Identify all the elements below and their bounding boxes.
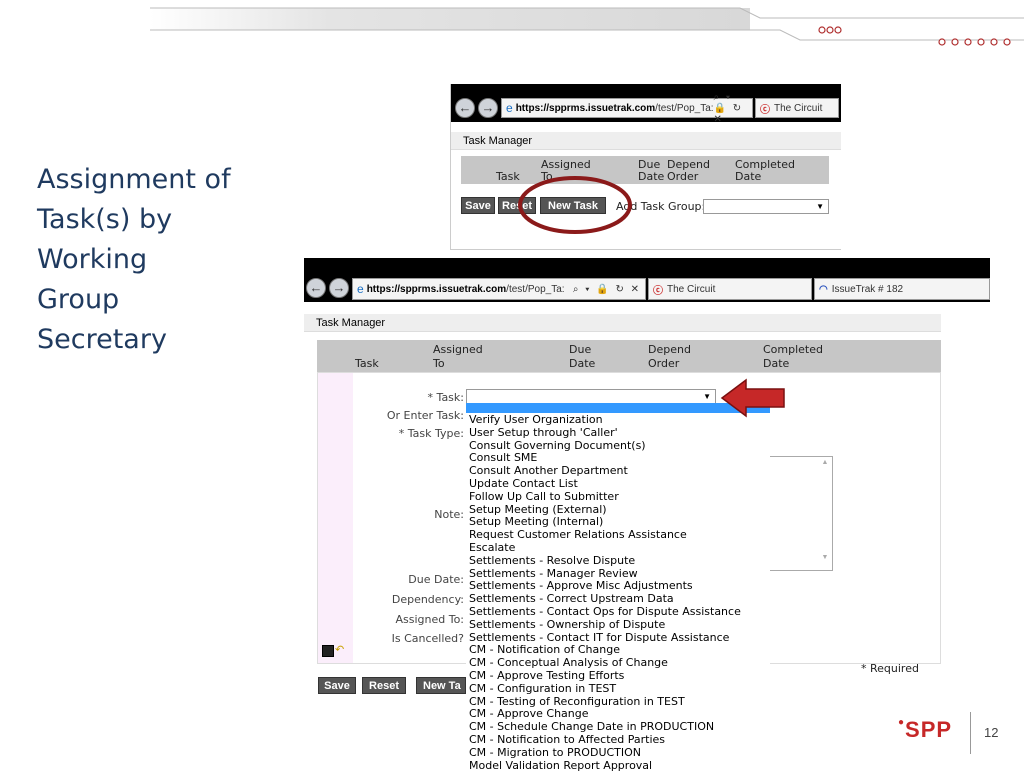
task-option[interactable]: Settlements - Resolve Dispute [466,554,770,568]
small-browser-window: ← → e https://spprms.issuetrak.com/test/… [450,84,841,250]
task-dropdown-list[interactable]: Verify User Organization User Setup throu… [466,413,770,772]
address-bar[interactable]: e https://spprms.issuetrak.com/test/Pop_… [352,278,646,300]
tab-issuetrak[interactable]: ◠ IssueTrak # 182 [814,278,990,300]
label-or-enter-task: Or Enter Task: [386,409,464,422]
col-completed-date: Date [735,170,762,183]
col-assigned-to: To [433,357,445,370]
address-bar-icons[interactable]: ⌕ ▾ 🔒 ↻ ✕ [714,92,752,125]
task-select[interactable]: ▼ [466,389,716,404]
col-completed: Completed [763,343,823,356]
header-decoration [0,0,1024,50]
label-dependency: Dependency: [391,593,464,606]
task-option[interactable]: Update Contact List [466,477,770,491]
task-option[interactable]: Model Validation Report Approval [466,759,770,772]
save-icon[interactable] [322,645,334,657]
chevron-down-icon: ▼ [703,392,711,401]
task-option[interactable]: Settlements - Contact Ops for Dispute As… [466,605,770,619]
browser-chrome-large: ← → e https://spprms.issuetrak.com/test/… [304,258,990,302]
col-due: Due [569,343,592,356]
forward-icon[interactable]: → [329,278,349,298]
tab-favicon-icon: ⓒ [760,104,770,116]
save-button[interactable]: Save [461,197,495,214]
tab-label: IssueTrak # 182 [831,283,904,295]
ie-icon: e [357,282,364,296]
col-completed-date: Date [763,357,790,370]
back-icon[interactable]: ← [455,98,475,118]
url-path: /test/Pop_Ta: [506,283,565,295]
col-due-date: Date [569,357,596,370]
address-bar[interactable]: e https://spprms.issuetrak.com/test/Pop_… [501,92,753,125]
label-due-date: Due Date: [408,573,464,586]
label-note: Note: [434,508,464,521]
required-note: * Required [861,662,919,675]
highlight-ellipse [518,176,632,234]
chevron-down-icon: ▼ [816,202,824,211]
footer-divider [970,712,971,754]
address-bar-icons[interactable]: ⌕ ▾ 🔒 ↻ ✕ [573,284,645,295]
url-path: /test/Pop_Ta: [655,102,714,114]
note-textarea[interactable]: ▲ ▼ [768,456,833,571]
task-option[interactable]: CM - Approve Testing Efforts [466,669,770,683]
logo-text: SPP [905,717,953,742]
save-button[interactable]: Save [318,677,356,694]
label-task-type: * Task Type: [398,427,464,440]
add-task-group-select[interactable]: ▼ [703,199,829,214]
label-assigned-to: Assigned To: [395,613,464,626]
tab-favicon-icon: ⓒ [653,285,663,297]
col-due-date: Date [638,170,665,183]
tab-favicon-icon: ◠ [819,283,828,295]
tab-the-circuit[interactable]: ⓒ The Circuit [755,98,839,118]
logo-dot-icon: ● [898,717,906,728]
task-manager-header: Task Manager [451,132,841,150]
task-option[interactable]: Settlements - Ownership of Dispute [466,618,770,632]
task-option[interactable]: CM - Configuration in TEST [466,682,770,696]
reset-button[interactable]: Reset [362,677,406,694]
task-table-header: Task Assigned To Due Date Depend Order C… [317,340,941,372]
browser-chrome: ← → e https://spprms.issuetrak.com/test/… [451,84,841,125]
task-option[interactable]: CM - Schedule Change Date in PRODUCTION [466,720,770,734]
page-number: 12 [984,725,999,740]
label-task: * Task: [427,391,464,404]
tab-label: The Circuit [667,283,716,295]
task-option[interactable]: Escalate [466,541,770,555]
slide-title: Assignment of Task(s) by Working Group S… [37,164,231,355]
pointer-arrow [720,378,785,418]
col-task: Task [355,357,379,370]
url-host: https://spprms.issuetrak.com [515,102,656,114]
task-option[interactable]: CM - Migration to PRODUCTION [466,746,770,760]
label-is-cancelled: Is Cancelled? [391,632,464,645]
task-option[interactable]: Follow Up Call to Submitter [466,490,770,504]
task-manager-header: Task Manager [304,314,941,332]
task-option[interactable]: User Setup through 'Caller' [466,426,770,440]
task-option[interactable]: CM - Notification to Affected Parties [466,733,770,747]
col-depend-order: Order [667,170,699,183]
col-assigned: Assigned [433,343,483,356]
scrollbar[interactable]: ▲ ▼ [820,459,830,567]
tab-label: The Circuit [774,102,823,114]
new-task-button[interactable]: New Ta [416,677,466,694]
spp-logo: ●SPP [898,717,952,743]
url-host: https://spprms.issuetrak.com [366,283,507,295]
ie-icon: e [506,101,513,115]
back-icon[interactable]: ← [306,278,326,298]
forward-icon[interactable]: → [478,98,498,118]
tab-the-circuit[interactable]: ⓒ The Circuit [648,278,812,300]
col-depend-order: Order [648,357,680,370]
col-depend: Depend [648,343,691,356]
